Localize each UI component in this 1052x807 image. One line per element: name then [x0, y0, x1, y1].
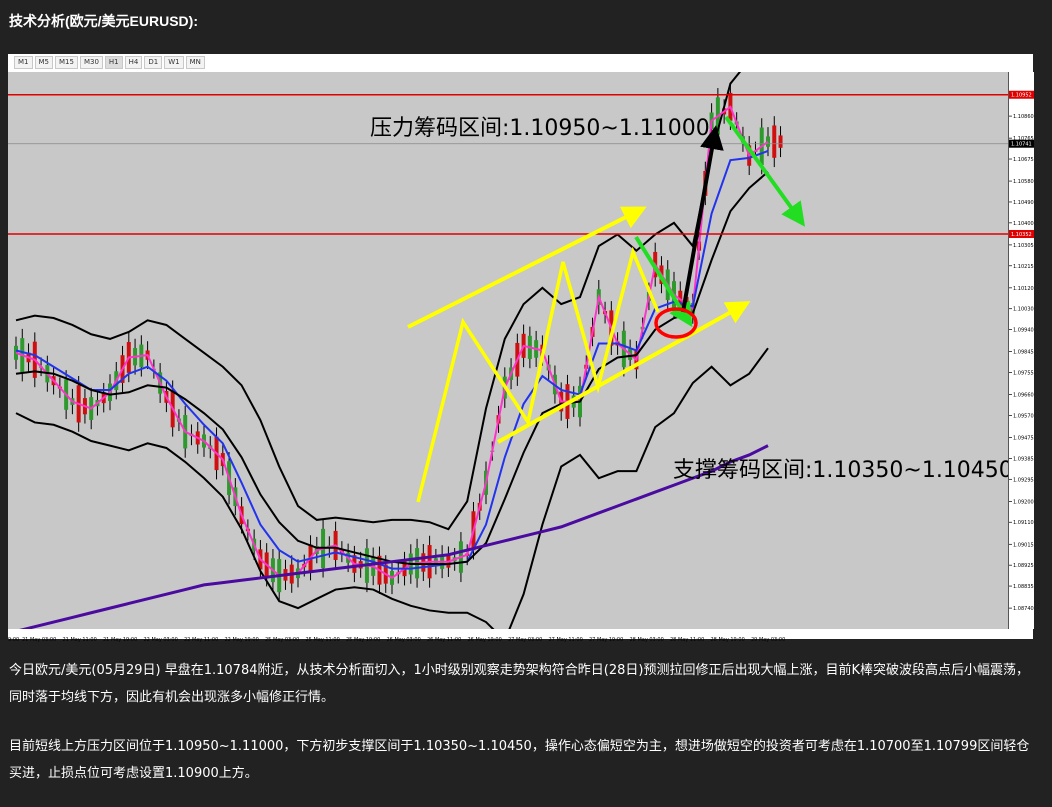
plot-area[interactable]: 压力筹码区间:1.10950~1.11000 支撑筹码区间:1.10350~1.… — [8, 72, 1008, 629]
price-axis: 1.10860 1.10765 1.10675 1.10580 1.10490 1.104… — [1008, 72, 1034, 629]
current-price-tag-label: 1.10741 — [1011, 142, 1032, 148]
resistance-annotation: 压力筹码区间:1.10950~1.11000 — [370, 116, 710, 141]
time-tick-label: 25 May 11:00 — [306, 637, 340, 643]
support-annotation: 支撑筹码区间:1.10350~1.10450 — [673, 458, 1008, 483]
price-tick-label: 1.08925 — [1013, 563, 1034, 569]
price-tick-label: 1.09015 — [1013, 542, 1034, 548]
time-tick-label: 27 May 19:00 — [589, 637, 623, 643]
time-tick-label: 27 May 11:00 — [549, 637, 583, 643]
time-tick-label: 21 May 19:00 — [103, 637, 137, 643]
resistance-price-tag-label: 1.10952 — [1011, 93, 1032, 99]
price-tick-label: 1.09845 — [1013, 350, 1034, 356]
timeframe-button-h4[interactable]: H4 — [124, 56, 143, 69]
time-tick-label: 28 May 03:00 — [630, 637, 664, 643]
time-tick-label: 27 May 03:00 — [508, 637, 542, 643]
timeframe-button-w1[interactable]: W1 — [164, 56, 184, 69]
page-title: 技术分析(欧元/美元EURUSD): — [9, 13, 198, 29]
price-tick-label: 1.09475 — [1013, 436, 1034, 442]
time-axis: 9:00 21 May 03:00 21 May 11:00 21 May 19:00… — [8, 629, 1008, 643]
price-tick-label: 1.08835 — [1013, 584, 1034, 590]
timeframe-toolbar: M1 M5 M15 M30 H1 H4 D1 W1 MN — [8, 54, 205, 72]
price-tick-label: 1.09755 — [1013, 371, 1034, 377]
price-chart: 压力筹码区间:1.10950~1.11000 支撑筹码区间:1.10350~1.… — [8, 72, 1008, 629]
time-tick-label: 28 May 11:00 — [670, 637, 704, 643]
wave-path — [416, 246, 660, 503]
candle-body — [772, 125, 777, 158]
timeframe-button-m15[interactable]: M15 — [55, 56, 78, 69]
time-tick-label: 22 May 11:00 — [184, 637, 218, 643]
price-tick-label: 1.10580 — [1013, 179, 1034, 185]
price-tick-label: 1.09660 — [1013, 393, 1034, 399]
ma-line-4 — [19, 444, 769, 629]
price-tick-label: 1.10860 — [1013, 114, 1034, 120]
time-tick-label: 28 May 19:00 — [711, 637, 745, 643]
price-tick-label: 1.10400 — [1013, 221, 1034, 227]
timeframe-button-h1[interactable]: H1 — [104, 56, 123, 69]
time-tick-label: 9:00 — [8, 637, 19, 643]
timeframe-button-m1[interactable]: M1 — [14, 56, 33, 69]
price-tick-label: 1.09570 — [1013, 413, 1034, 419]
price-tick-label: 1.09110 — [1013, 520, 1034, 526]
timeframe-button-mn[interactable]: MN — [185, 56, 205, 69]
channel-upper-arrow — [407, 206, 647, 329]
time-tick-label: 22 May 19:00 — [225, 637, 259, 643]
analysis-paragraph-2: 目前短线上方压力区间位于1.10950~1.11000，下方初步支撑区间于1.1… — [9, 739, 1030, 781]
price-tick-label: 1.10120 — [1013, 286, 1034, 292]
time-tick-label: 26 May 19:00 — [468, 637, 502, 643]
price-tick-label: 1.09200 — [1013, 499, 1034, 505]
time-tick-label: 25 May 19:00 — [346, 637, 380, 643]
timeframe-button-m5[interactable]: M5 — [34, 56, 53, 69]
support-price-tag-label: 1.10352 — [1011, 232, 1032, 238]
price-tick-label: 1.10030 — [1013, 307, 1034, 313]
price-tick-label: 1.08740 — [1013, 606, 1034, 612]
price-tick-label: 1.09385 — [1013, 456, 1034, 462]
time-tick-label: 25 May 03:00 — [265, 637, 299, 643]
time-tick-label: 26 May 11:00 — [427, 637, 461, 643]
price-tick-label: 1.09295 — [1013, 477, 1034, 483]
analysis-paragraph-1: 今日欧元/美元(05月29日) 早盘在1.10784附近，从技术分析面切入，1小… — [9, 663, 1029, 705]
time-tick-label: 21 May 11:00 — [63, 637, 97, 643]
price-tick-label: 1.10675 — [1013, 157, 1034, 163]
time-tick-label: 21 May 03:00 — [22, 637, 56, 643]
time-tick-label: 22 May 03:00 — [144, 637, 178, 643]
candle-body — [778, 135, 783, 148]
price-tick-label: 1.10215 — [1013, 264, 1034, 270]
timeframe-button-d1[interactable]: D1 — [144, 56, 163, 69]
price-tick-label: 1.09940 — [1013, 328, 1034, 334]
time-tick-label: 29 May 03:00 — [751, 637, 785, 643]
price-tick-label: 1.10305 — [1013, 243, 1034, 249]
time-tick-label: 26 May 03:00 — [387, 637, 421, 643]
pivot-circle — [654, 307, 698, 339]
chart-panel: M1 M5 M15 M30 H1 H4 D1 W1 MN 压力筹码区间:1.10950~1.11… — [8, 54, 1034, 643]
price-tick-label: 1.10490 — [1013, 200, 1034, 206]
timeframe-button-m30[interactable]: M30 — [79, 56, 103, 69]
